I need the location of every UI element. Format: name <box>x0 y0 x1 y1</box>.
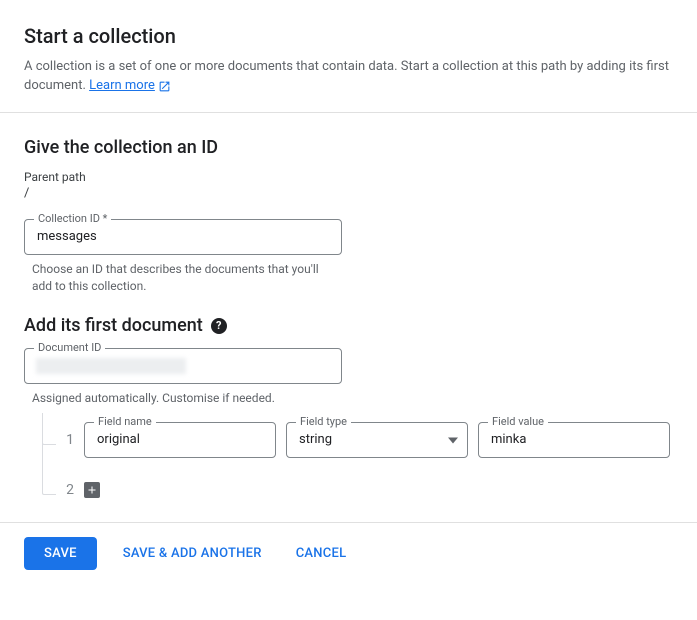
field-name-label: Field name <box>94 415 156 428</box>
field-value-label: Field value <box>488 415 548 428</box>
add-field-button[interactable] <box>84 482 100 498</box>
save-button[interactable]: Save <box>24 537 97 570</box>
learn-more-label: Learn more <box>89 77 155 96</box>
dialog-title: Start a collection <box>24 24 673 48</box>
field-row: 1 Field name Field type Field value <box>24 422 673 458</box>
dialog-description: A collection is a set of one or more doc… <box>24 58 673 96</box>
collection-id-helper: Choose an ID that describes the document… <box>32 261 332 296</box>
document-id-helper: Assigned automatically. Customise if nee… <box>32 390 332 407</box>
document-section-title: Add its first document <box>24 315 203 336</box>
cancel-button[interactable]: Cancel <box>288 537 355 570</box>
field-row-number: 1 <box>64 432 74 448</box>
save-and-add-another-button[interactable]: Save & add another <box>115 537 270 570</box>
collection-section-title: Give the collection an ID <box>24 137 673 158</box>
plus-icon <box>86 484 98 496</box>
collection-id-label: Collection ID * <box>34 212 111 225</box>
document-id-label: Document ID <box>34 341 105 354</box>
help-icon[interactable]: ? <box>211 318 227 334</box>
field-row-number: 2 <box>64 482 74 498</box>
external-link-icon <box>158 80 171 93</box>
learn-more-link[interactable]: Learn more <box>89 77 171 96</box>
parent-path-value: / <box>24 186 673 201</box>
parent-path-label: Parent path <box>24 170 673 184</box>
field-type-label: Field type <box>296 415 351 428</box>
tree-connector-icon <box>42 423 56 495</box>
